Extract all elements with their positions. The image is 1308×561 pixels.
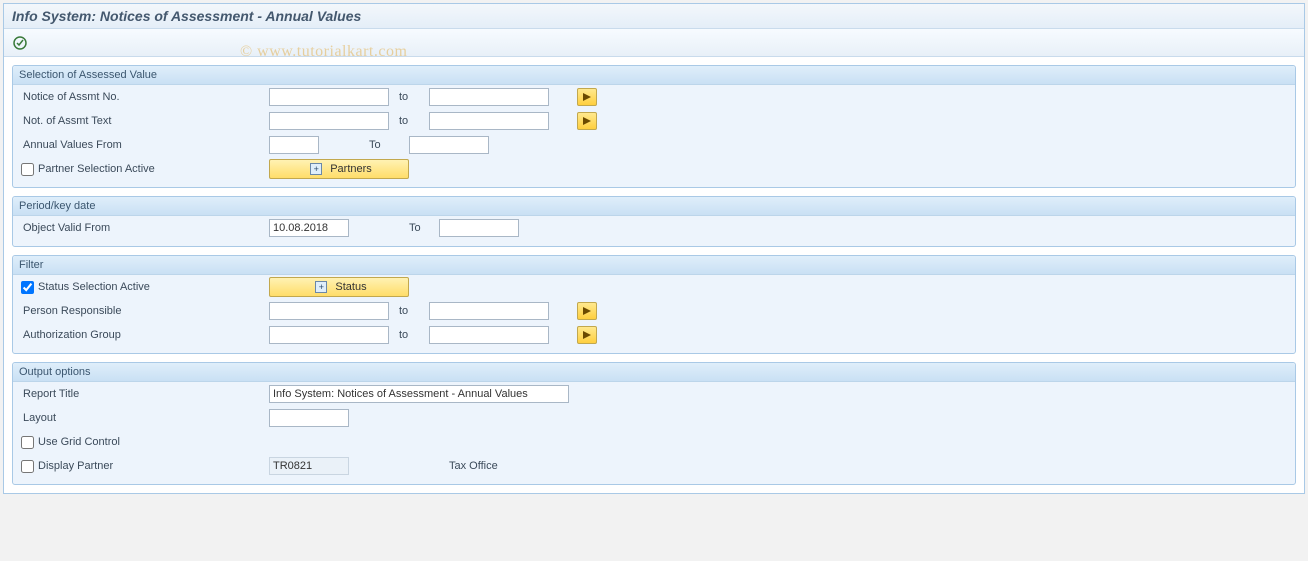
label-report-title: Report Title: [19, 388, 269, 400]
toolbar: [4, 29, 1304, 57]
partner-selection-check-wrap[interactable]: Partner Selection Active: [19, 163, 269, 176]
group-filter: Filter Status Selection Active + Status …: [12, 255, 1296, 354]
partner-selection-label: Partner Selection Active: [38, 163, 155, 175]
auth-from-input[interactable]: [269, 326, 389, 344]
assmt-no-from-input[interactable]: [269, 88, 389, 106]
row-display-partner: Display Partner Tax Office: [13, 454, 1295, 478]
annual-from-input[interactable]: [269, 136, 319, 154]
use-grid-label: Use Grid Control: [38, 436, 120, 448]
group-filter-title: Filter: [13, 256, 1295, 275]
partner-code-field: [269, 457, 349, 475]
group-output: Output options Report Title Layout Use G…: [12, 362, 1296, 485]
row-assmt-no: Notice of Assmt No. to: [13, 85, 1295, 109]
display-partner-check-wrap[interactable]: Display Partner: [19, 460, 269, 473]
partners-button-label: Partners: [330, 163, 372, 175]
assmt-no-to-input[interactable]: [429, 88, 549, 106]
plus-icon: +: [315, 281, 327, 293]
person-from-input[interactable]: [269, 302, 389, 320]
status-selection-check-wrap[interactable]: Status Selection Active: [19, 281, 269, 294]
display-partner-label: Display Partner: [38, 460, 113, 472]
assmt-no-multi-button[interactable]: [577, 88, 597, 106]
group-selection-title: Selection of Assessed Value: [13, 66, 1295, 85]
row-use-grid: Use Grid Control: [13, 430, 1295, 454]
partner-selection-checkbox[interactable]: [21, 163, 34, 176]
label-assmt-no: Notice of Assmt No.: [19, 91, 269, 103]
group-period-title: Period/key date: [13, 197, 1295, 216]
group-output-title: Output options: [13, 363, 1295, 382]
auth-multi-button[interactable]: [577, 326, 597, 344]
partners-button[interactable]: + Partners: [269, 159, 409, 179]
to-label: to: [389, 329, 429, 341]
label-layout: Layout: [19, 412, 269, 424]
group-period: Period/key date Object Valid From To: [12, 196, 1296, 247]
execute-icon[interactable]: [12, 35, 28, 51]
row-report-title: Report Title: [13, 382, 1295, 406]
row-person-responsible: Person Responsible to: [13, 299, 1295, 323]
label-assmt-text: Not. of Assmt Text: [19, 115, 269, 127]
status-button-label: Status: [335, 281, 366, 293]
assmt-text-to-input[interactable]: [429, 112, 549, 130]
annual-to-input[interactable]: [409, 136, 489, 154]
person-multi-button[interactable]: [577, 302, 597, 320]
assmt-text-multi-button[interactable]: [577, 112, 597, 130]
person-to-input[interactable]: [429, 302, 549, 320]
valid-from-input[interactable]: [269, 219, 349, 237]
row-partner-selection: Partner Selection Active + Partners: [13, 157, 1295, 181]
group-selection: Selection of Assessed Value Notice of As…: [12, 65, 1296, 188]
status-selection-label: Status Selection Active: [38, 281, 150, 293]
to-label-annual: To: [319, 139, 409, 151]
status-button[interactable]: + Status: [269, 277, 409, 297]
status-selection-checkbox[interactable]: [21, 281, 34, 294]
page-title: Info System: Notices of Assessment - Ann…: [4, 4, 1304, 29]
to-label: to: [389, 115, 429, 127]
partner-desc: Tax Office: [449, 460, 498, 472]
to-label: to: [389, 91, 429, 103]
use-grid-check-wrap[interactable]: Use Grid Control: [19, 436, 269, 449]
row-assmt-text: Not. of Assmt Text to: [13, 109, 1295, 133]
to-label-period: To: [409, 222, 439, 234]
use-grid-checkbox[interactable]: [21, 436, 34, 449]
main-window: Info System: Notices of Assessment - Ann…: [3, 3, 1305, 494]
label-annual-values: Annual Values From: [19, 139, 269, 151]
row-annual-values: Annual Values From To: [13, 133, 1295, 157]
auth-to-input[interactable]: [429, 326, 549, 344]
label-person-responsible: Person Responsible: [19, 305, 269, 317]
row-auth-group: Authorization Group to: [13, 323, 1295, 347]
plus-icon: +: [310, 163, 322, 175]
to-label: to: [389, 305, 429, 317]
label-auth-group: Authorization Group: [19, 329, 269, 341]
layout-input[interactable]: [269, 409, 349, 427]
row-status-selection: Status Selection Active + Status: [13, 275, 1295, 299]
report-title-input[interactable]: [269, 385, 569, 403]
label-valid-from: Object Valid From: [19, 222, 269, 234]
row-valid-from: Object Valid From To: [13, 216, 1295, 240]
row-layout: Layout: [13, 406, 1295, 430]
display-partner-checkbox[interactable]: [21, 460, 34, 473]
valid-to-input[interactable]: [439, 219, 519, 237]
assmt-text-from-input[interactable]: [269, 112, 389, 130]
